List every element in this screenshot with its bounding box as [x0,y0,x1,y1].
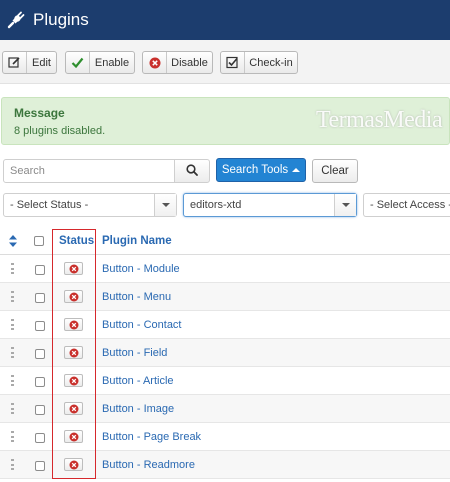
chevron-down-icon [334,194,356,216]
plugin-name-link[interactable]: Button - Module [102,263,180,275]
disabled-status-icon [69,348,78,357]
page-title: Plugins [33,10,89,29]
drag-handle-icon[interactable] [11,459,14,470]
search-button[interactable] [174,159,210,183]
drag-handle-icon[interactable] [11,263,14,274]
edit-icon [3,52,27,73]
page-header: Plugins [0,0,450,40]
table-row: Button - Module [0,255,450,283]
table-row: Button - Readmore [0,451,450,479]
table-row: Button - Page Break [0,423,450,451]
folder-filter-value: editors-xtd [190,199,242,211]
disable-circle-icon [143,52,167,73]
row-checkbox[interactable] [35,265,45,275]
check-icon [66,52,90,73]
enable-button[interactable]: Enable [65,51,135,74]
disabled-status-icon [69,376,78,385]
toolbar: Edit Enable Disable Check-in [0,40,450,84]
table-header: Status Plugin Name [0,228,450,255]
plugin-name-link[interactable]: Button - Article [102,375,174,387]
row-checkbox[interactable] [35,293,45,303]
status-toggle-button[interactable] [64,430,83,443]
row-checkbox[interactable] [35,461,45,471]
status-toggle-button[interactable] [64,402,83,415]
disable-button[interactable]: Disable [142,51,213,74]
plugin-name-link[interactable]: Button - Image [102,403,174,415]
status-column-header[interactable]: Status [59,235,94,247]
checkin-button[interactable]: Check-in [220,51,298,74]
plug-icon [5,9,27,31]
status-filter-select[interactable]: - Select Status - [3,193,177,217]
search-input[interactable] [3,159,175,183]
checkbox-checked-icon [221,52,245,73]
status-toggle-button[interactable] [64,346,83,359]
caret-up-icon [292,168,301,172]
plugin-name-link[interactable]: Button - Page Break [102,431,201,443]
clear-button[interactable]: Clear [312,159,358,183]
disabled-status-icon [69,460,78,469]
folder-filter-select[interactable]: editors-xtd [183,193,357,217]
disabled-status-icon [69,292,78,301]
table-row: Button - Menu [0,283,450,311]
disabled-status-icon [69,404,78,413]
drag-handle-icon[interactable] [11,291,14,302]
status-filter-value: - Select Status - [10,199,89,211]
plugin-name-link[interactable]: Button - Field [102,347,167,359]
sort-order-icon[interactable] [8,234,20,248]
status-toggle-button[interactable] [64,262,83,275]
access-filter-value: - Select Access - [370,199,450,211]
select-all-checkbox[interactable] [34,236,44,246]
plugin-name-link[interactable]: Button - Readmore [102,459,195,471]
search-tools-label: Search Tools [221,164,289,176]
search-tools-button[interactable]: Search Tools [216,158,306,182]
checkin-button-label: Check-in [249,56,293,69]
drag-handle-icon[interactable] [11,403,14,414]
disable-button-label: Disable [171,56,208,69]
row-checkbox[interactable] [35,349,45,359]
enable-button-label: Enable [94,56,130,69]
plugin-name-link[interactable]: Button - Menu [102,291,171,303]
disabled-status-icon [69,264,78,273]
disabled-status-icon [69,432,78,441]
plugin-name-column-header[interactable]: Plugin Name [102,235,172,247]
message-title: Message [14,106,65,120]
edit-button-label: Edit [32,56,51,69]
chevron-down-icon [154,194,176,216]
watermark-text: TermasMedia [316,107,443,133]
table-row: Button - Contact [0,311,450,339]
row-checkbox[interactable] [35,321,45,331]
table-row: Button - Image [0,395,450,423]
status-toggle-button[interactable] [64,458,83,471]
edit-button[interactable]: Edit [2,51,57,74]
status-toggle-button[interactable] [64,374,83,387]
row-checkbox[interactable] [35,433,45,443]
status-toggle-button[interactable] [64,290,83,303]
access-filter-select[interactable]: - Select Access - [363,193,450,217]
row-checkbox[interactable] [35,405,45,415]
drag-handle-icon[interactable] [11,319,14,330]
plugin-name-link[interactable]: Button - Contact [102,319,182,331]
drag-handle-icon[interactable] [11,431,14,442]
plugins-page: Plugins Edit Enable Disable Check-in Mes… [0,0,450,482]
drag-handle-icon[interactable] [11,347,14,358]
row-checkbox[interactable] [35,377,45,387]
search-icon [186,163,198,179]
table-row: Button - Article [0,367,450,395]
table-row: Button - Field [0,339,450,367]
status-toggle-button[interactable] [64,318,83,331]
drag-handle-icon[interactable] [11,375,14,386]
message-text: 8 plugins disabled. [14,125,106,137]
disabled-status-icon [69,320,78,329]
